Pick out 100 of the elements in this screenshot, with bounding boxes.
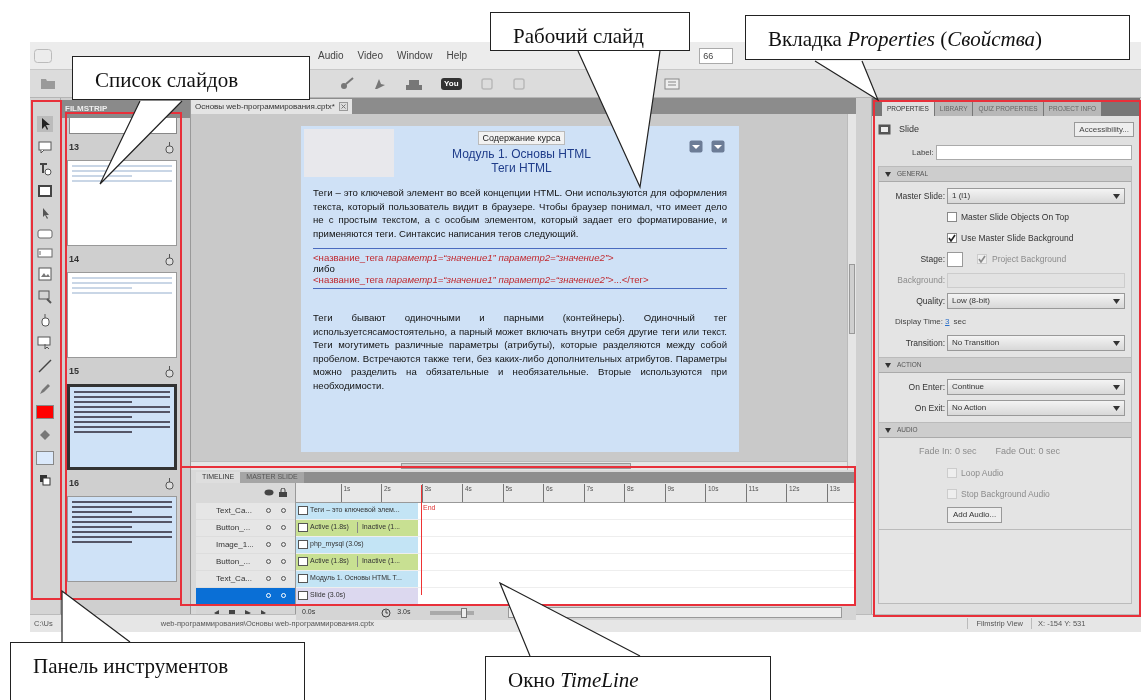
field-label: Master Slide:	[894, 189, 945, 203]
video-logo-icon[interactable]: You	[441, 77, 462, 90]
dropdown[interactable]: No Action	[947, 400, 1125, 416]
checkbox[interactable]	[947, 233, 957, 243]
checkbox-label: Master Slide Objects On Top	[961, 210, 1070, 224]
visibility-dot-icon[interactable]	[281, 576, 286, 581]
paragraph: Теги бывают одиночными и парными (контейнеры). Одиночный тег используетсясамостоятельно, а парный может включать внутри себя другие теги или текст. Теги могутиметь различные параметры (атрибуты), которые разделяются между собой пробелом. Встречаются также теги, без каких-либо дополнительных атрибутов. Параметры можно разделить на обязательные и необязательные. Вторые используются при необходимости.	[313, 311, 727, 392]
menu-item[interactable]: Window	[397, 48, 433, 63]
field-label: Label:	[912, 146, 934, 159]
close-icon[interactable]	[338, 102, 348, 111]
fill-color-swatch[interactable]	[36, 451, 54, 465]
unit-label: sec	[953, 316, 966, 328]
paint-bucket-icon[interactable]	[38, 428, 52, 442]
checkbox-label: Loop Audio	[961, 466, 1004, 480]
paragraph: Теги – это ключевой элемент во всей концепции HTML. Они используются для оформления текста, который пользователь видит в браузере. Чтобы браузер понимал, что имеет дело не с простым текстом, а с особым элементом, который задает его форматирование, и применяются теги. Синтаксис написания тегов следующий.	[313, 186, 727, 240]
visibility-dot-icon[interactable]	[266, 508, 271, 513]
stroke-color-swatch[interactable]	[36, 405, 54, 419]
visibility-dot-icon[interactable]	[281, 508, 286, 513]
visibility-dot-icon[interactable]	[281, 525, 286, 530]
slide-subtitle: Теги HTML	[491, 161, 552, 175]
rectangle-icon[interactable]	[38, 185, 52, 197]
menu-item[interactable]: Video	[357, 48, 383, 63]
accessibility-button[interactable]: Accessibility...	[1074, 122, 1134, 137]
callout-pointer	[61, 590, 132, 644]
checkbox-label: Project Background	[992, 252, 1067, 266]
text-icon	[298, 574, 308, 583]
visibility-dot-icon[interactable]	[266, 542, 271, 547]
visibility-dot-icon[interactable]	[281, 542, 286, 547]
callout-label: Окно TimeLine	[485, 656, 771, 700]
slide-number: 15	[69, 365, 79, 379]
dropdown[interactable]: 1 (l1)	[947, 188, 1125, 204]
navigation-icon[interactable]	[711, 140, 725, 153]
image-frame-icon[interactable]	[38, 267, 52, 281]
slide-number: 14	[69, 253, 79, 267]
checkbox-label: Use Master Slide Background	[961, 231, 1074, 245]
clock-icon	[381, 607, 392, 618]
slide-thumbnail[interactable]	[67, 160, 177, 246]
speech-bubble-icon[interactable]	[38, 141, 52, 153]
display-time-value[interactable]: 3	[945, 316, 950, 328]
triangle-icon[interactable]	[885, 171, 891, 177]
button-icon	[298, 557, 308, 566]
visibility-dot-icon[interactable]	[281, 559, 286, 564]
field-label: On Enter:	[907, 380, 945, 394]
slide-thumbnail[interactable]	[67, 496, 177, 582]
course-contents-button[interactable]: Содержание курса	[478, 131, 565, 145]
swap-colors-icon[interactable]	[39, 474, 51, 486]
visibility-dot-icon[interactable]	[266, 559, 271, 564]
microphone-icon[interactable]	[339, 76, 355, 91]
navigation-icon[interactable]	[689, 140, 703, 153]
field-label: Fade Out:	[995, 445, 1036, 459]
add-audio-button[interactable]: Add Audio...	[947, 507, 1003, 523]
mouse-icon	[165, 366, 174, 378]
checkbox[interactable]	[947, 212, 957, 222]
panel-title: FILMSTRIP	[65, 103, 108, 115]
syntax-line: <название_тега параметр1=“значение1” параметр2=“значение2”>...</тег>	[313, 274, 649, 285]
input-box-icon[interactable]	[37, 248, 53, 258]
triangle-icon[interactable]	[885, 427, 891, 433]
dropdown[interactable]: No Transition	[947, 335, 1125, 351]
slide-title: Модуль 1. Основы HTML	[452, 147, 591, 161]
folder-icon[interactable]	[40, 77, 56, 90]
slider-thumb[interactable]	[460, 607, 467, 618]
slide-number: 16	[69, 477, 79, 491]
text-pointer-icon[interactable]	[38, 162, 52, 176]
checkbox-label: Stop Background Audio	[961, 487, 1050, 501]
vertical-scrollbar[interactable]	[847, 114, 856, 470]
line-icon[interactable]	[38, 359, 52, 373]
dropdown[interactable]: Low (8-bit)	[947, 293, 1125, 309]
visibility-dot-icon[interactable]	[266, 525, 271, 530]
object-type-label: Slide	[899, 122, 919, 136]
visibility-dot-icon[interactable]	[266, 576, 271, 581]
pencil-icon[interactable]	[38, 382, 52, 396]
field-label: Display Time:	[895, 316, 943, 328]
document-tab[interactable]: Основы web-программирования.cptx*	[191, 99, 352, 114]
field-label: Fade In:	[919, 445, 953, 459]
zoom-area-icon[interactable]	[38, 290, 52, 304]
highlight-box-icon[interactable]	[37, 336, 53, 350]
dropdown[interactable]: Continue	[947, 379, 1125, 395]
timeline-layer[interactable]: Text_Ca...	[196, 502, 295, 520]
slide-icon	[298, 591, 308, 600]
slide-thumbnail[interactable]	[67, 272, 177, 358]
callout-label: Список слайдов	[72, 56, 310, 100]
label-input[interactable]	[935, 145, 1132, 160]
text-icon	[298, 506, 308, 515]
menu-item[interactable]: Help	[446, 48, 468, 63]
lock-icon[interactable]	[279, 488, 287, 497]
triangle-icon[interactable]	[885, 362, 891, 368]
zoom-slider[interactable]	[430, 610, 475, 615]
slide-thumbnail[interactable]	[67, 384, 177, 470]
image-icon	[298, 540, 308, 549]
syntax-note: либо	[313, 263, 335, 274]
panel-icon[interactable]	[663, 76, 680, 91]
color-swatch[interactable]	[947, 251, 963, 267]
eye-icon[interactable]	[264, 489, 274, 496]
field-label: Transition:	[904, 336, 945, 350]
zoom-field[interactable]: 66	[699, 47, 734, 64]
field-label: Background:	[896, 273, 945, 287]
dropdown-arrow-icon	[1113, 340, 1120, 346]
mouse-icon[interactable]	[39, 313, 51, 327]
menu-item[interactable]: Audio	[318, 48, 344, 63]
button-icon[interactable]	[37, 229, 53, 239]
